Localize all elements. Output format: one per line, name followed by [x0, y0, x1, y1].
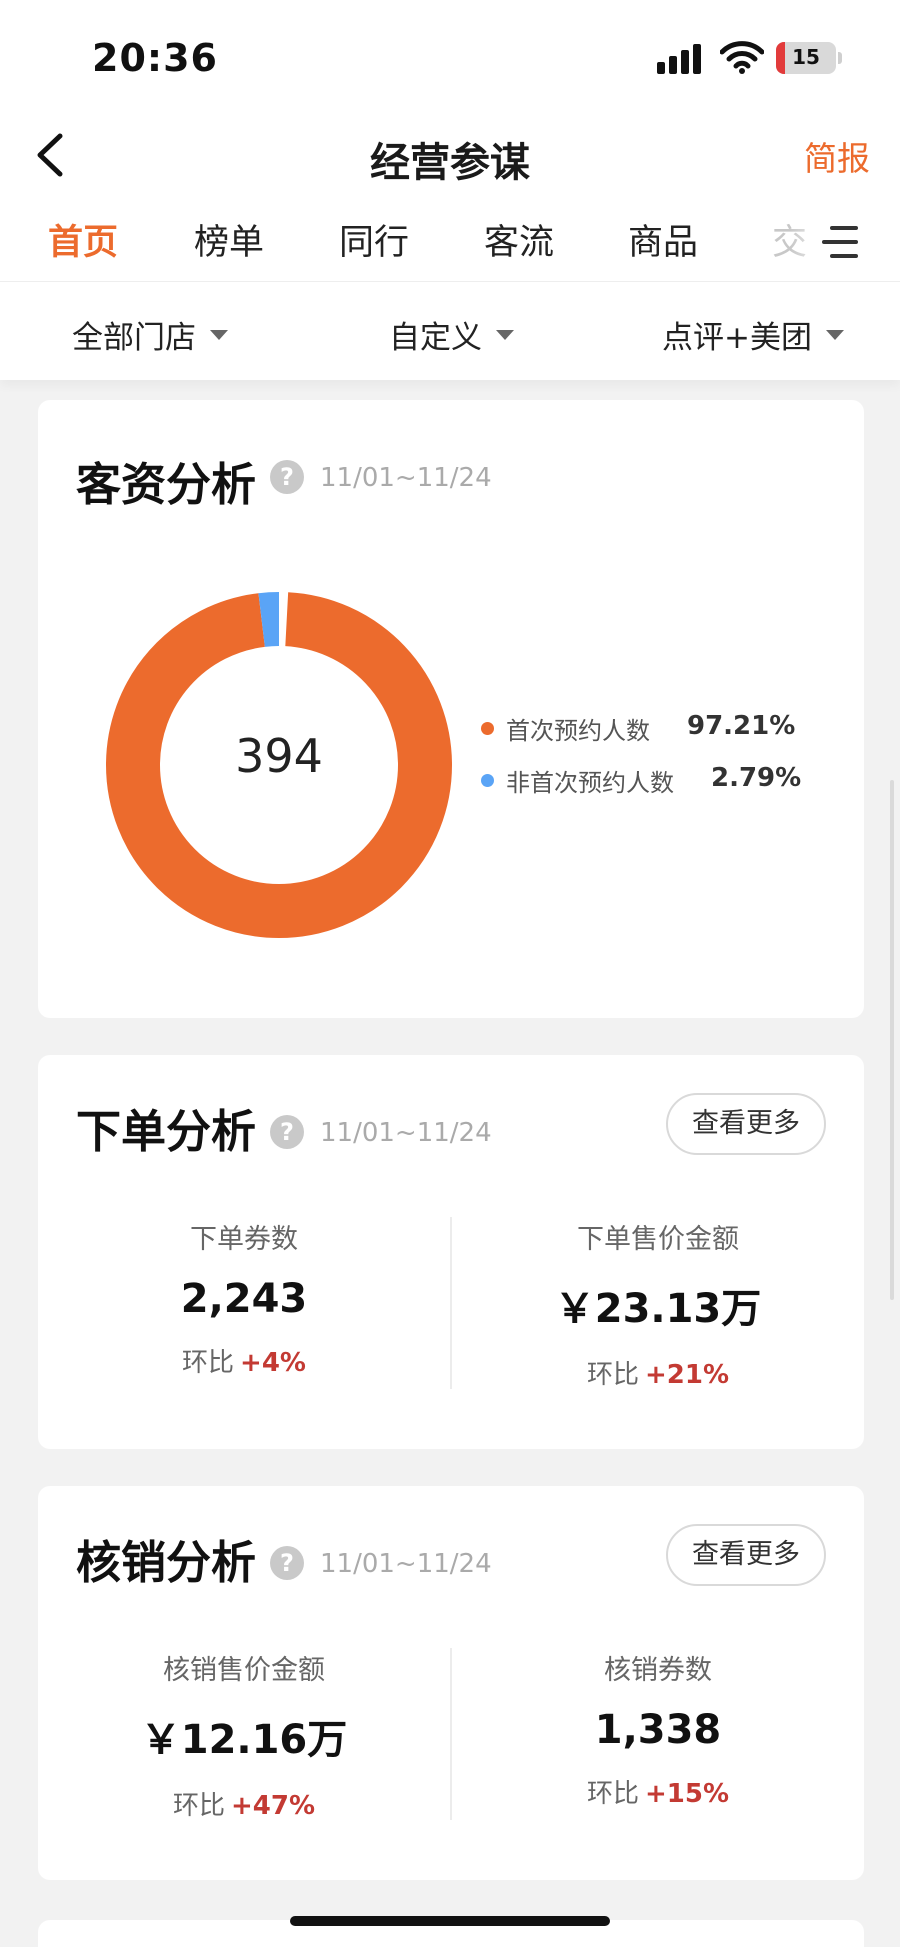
- date-range: 11/01~11/24: [320, 1549, 492, 1579]
- legend-pct: 2.79%: [711, 763, 802, 793]
- date-range: 11/01~11/24: [320, 463, 492, 493]
- view-more-button[interactable]: 查看更多: [666, 1524, 826, 1586]
- stat-value: 1,338: [594, 1707, 722, 1753]
- legend-dot: [481, 774, 494, 787]
- caret-down-icon: [210, 329, 228, 340]
- legend-item-first: 首次预约人数: [481, 711, 650, 746]
- stat-label: 下单券数: [190, 1224, 298, 1255]
- stat-order-count: 下单券数 2,243 环比 +4%: [38, 1217, 450, 1379]
- home-indicator[interactable]: [290, 1916, 610, 1926]
- stat-verify-count: 核销券数 1,338 环比 +15%: [452, 1648, 864, 1810]
- tab-traffic[interactable]: 客流: [484, 214, 554, 265]
- stat-change: 环比 +47%: [172, 1791, 316, 1821]
- status-bar: 20:36 15: [0, 0, 900, 110]
- date-range: 11/01~11/24: [320, 1118, 492, 1148]
- donut-total: 394: [235, 729, 323, 783]
- signal-icon: [657, 44, 703, 74]
- legend-pct: 97.21%: [687, 711, 796, 741]
- store-filter[interactable]: 全部门店: [72, 312, 228, 357]
- stat-value: 2,243: [180, 1276, 308, 1322]
- status-time: 20:36: [92, 36, 218, 80]
- store-filter-label: 全部门店: [72, 320, 196, 356]
- period-filter[interactable]: 自定义: [389, 312, 514, 357]
- stat-change: 环比 +4%: [182, 1348, 306, 1378]
- stat-value: ￥23.13万: [554, 1286, 762, 1332]
- filter-bar: 全部门店 自定义 点评+美团: [0, 282, 900, 380]
- battery-cap: [838, 52, 842, 64]
- tab-products[interactable]: 商品: [628, 214, 698, 265]
- card-title: 客资分析: [76, 458, 257, 511]
- legend-label: 非首次预约人数: [506, 769, 674, 797]
- report-button[interactable]: 简报: [804, 132, 870, 180]
- stat-label: 核销券数: [604, 1655, 712, 1686]
- view-more-button[interactable]: 查看更多: [666, 1093, 826, 1155]
- legend-dot: [481, 722, 494, 735]
- battery-level: 15: [792, 45, 820, 69]
- stat-value: ￥12.16万: [140, 1717, 348, 1763]
- period-filter-label: 自定义: [389, 320, 482, 356]
- scrollbar[interactable]: [890, 780, 894, 1300]
- tab-bar: 首页 榜单 同行 客流 商品 交: [0, 202, 900, 282]
- help-icon[interactable]: ?: [270, 1115, 304, 1149]
- stat-order-amount: 下单售价金额 ￥23.13万 环比 +21%: [452, 1217, 864, 1391]
- legend-label: 首次预约人数: [506, 717, 650, 745]
- platform-filter[interactable]: 点评+美团: [662, 312, 844, 357]
- verification-analysis-card: 核销分析 ? 11/01~11/24 查看更多 核销售价金额 ￥12.16万 环…: [38, 1486, 864, 1880]
- card-title: 核销分析: [76, 1536, 257, 1589]
- order-analysis-card: 下单分析 ? 11/01~11/24 查看更多 下单券数 2,243 环比 +4%…: [38, 1055, 864, 1449]
- tab-home[interactable]: 首页: [48, 214, 118, 265]
- stat-change: 环比 +21%: [586, 1360, 730, 1390]
- customer-analysis-card: 客资分析 ? 11/01~11/24 394 首次预约人数 97.21% 非首次…: [38, 400, 864, 1018]
- menu-icon[interactable]: [820, 224, 860, 260]
- help-icon[interactable]: ?: [270, 1546, 304, 1580]
- platform-filter-label: 点评+美团: [662, 320, 812, 356]
- nav-bar: 经营参谋 简报: [0, 110, 900, 202]
- tab-peers[interactable]: 同行: [339, 214, 409, 265]
- legend-item-repeat: 非首次预约人数: [481, 763, 674, 798]
- wifi-icon: [720, 41, 764, 74]
- stat-label: 核销售价金额: [163, 1655, 325, 1686]
- tab-ranking[interactable]: 榜单: [194, 214, 264, 265]
- stat-change: 环比 +15%: [586, 1779, 730, 1809]
- card-title: 下单分析: [76, 1105, 257, 1158]
- stat-label: 下单售价金额: [577, 1224, 739, 1255]
- caret-down-icon: [825, 329, 844, 340]
- battery-icon: 15: [776, 42, 836, 74]
- page-title: 经营参谋: [370, 140, 530, 186]
- caret-down-icon: [496, 329, 514, 340]
- stat-verify-amount: 核销售价金额 ￥12.16万 环比 +47%: [38, 1648, 450, 1822]
- help-icon[interactable]: ?: [270, 460, 304, 494]
